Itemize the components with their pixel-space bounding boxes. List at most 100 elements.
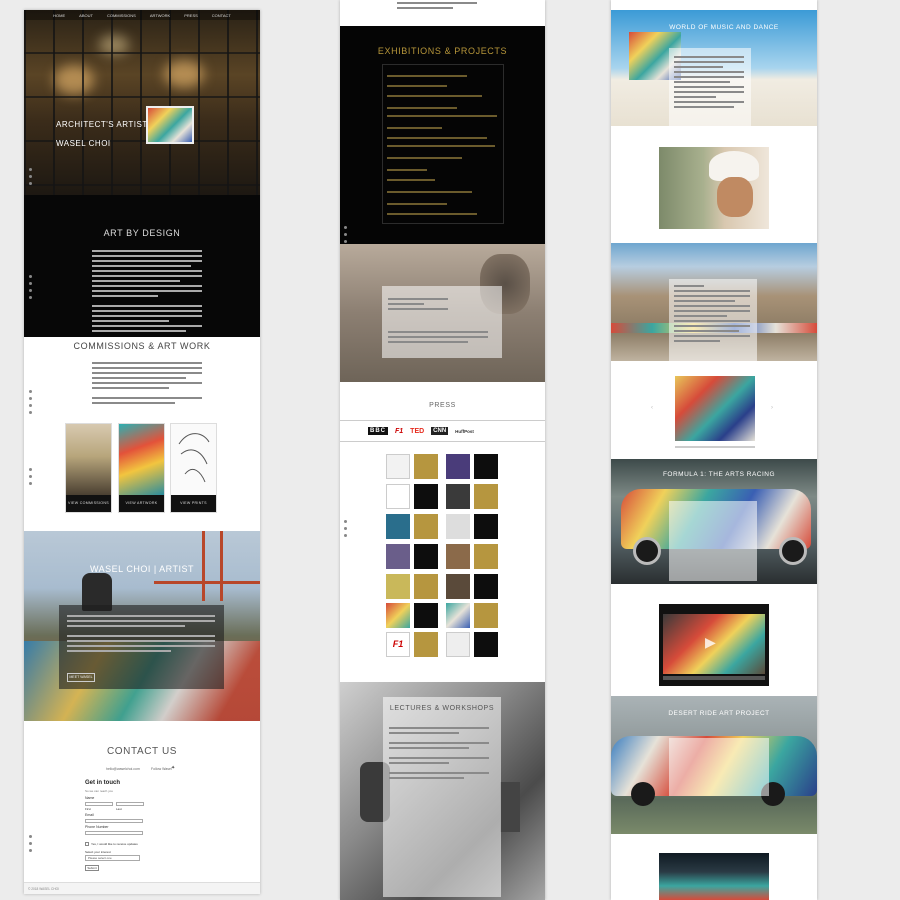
- first-name-input[interactable]: [85, 802, 113, 806]
- artwork-thumb[interactable]: [675, 376, 755, 441]
- press-thumb[interactable]: [414, 484, 438, 509]
- commission-dots[interactable]: [29, 390, 32, 414]
- press-thumb[interactable]: [474, 514, 498, 539]
- phone-field[interactable]: [85, 831, 143, 835]
- video-thumb[interactable]: [659, 147, 769, 229]
- exhibitions-list: [382, 64, 504, 224]
- hero-painting: [146, 106, 194, 144]
- studio-text-box: [382, 286, 502, 358]
- press-thumb[interactable]: [386, 454, 410, 479]
- desert-ride-text-box: [669, 738, 769, 796]
- art-by-design-text: [92, 250, 202, 332]
- press-thumb[interactable]: [386, 544, 410, 569]
- press-thumb[interactable]: [414, 603, 438, 628]
- press-thumb[interactable]: [414, 574, 438, 599]
- video-progress-bar[interactable]: [663, 676, 765, 680]
- press-thumb[interactable]: [446, 574, 470, 599]
- ted-logo[interactable]: TED: [410, 428, 424, 435]
- exhibitions-title: EXHIBITIONS & PROJECTS: [377, 46, 508, 56]
- chevron-left-icon[interactable]: ‹: [651, 405, 653, 411]
- projects-gallery-column: WORLD OF MUSIC AND DANCE ‹ › FORMULA 1: …: [611, 0, 817, 900]
- huffpost-logo[interactable]: HuffPost: [455, 429, 474, 434]
- first-label: First: [85, 807, 91, 811]
- chevron-right-icon[interactable]: ›: [771, 405, 773, 411]
- name-label: Name: [85, 796, 95, 800]
- press-thumb[interactable]: [386, 574, 410, 599]
- twitter-icon[interactable]: ✦: [171, 765, 175, 771]
- press-thumb[interactable]: [446, 603, 470, 628]
- press-thumb[interactable]: [474, 574, 498, 599]
- bbc-logo[interactable]: BBC: [368, 427, 388, 435]
- updates-label: Yes, I would like to receive updates: [91, 842, 138, 846]
- sketch-icon: [178, 433, 210, 483]
- email-label: Email: [85, 813, 94, 817]
- art-by-design-section: ART BY DESIGN: [24, 195, 260, 337]
- press-thumb[interactable]: [446, 514, 470, 539]
- view-commissions-button[interactable]: VIEW COMMISSIONS: [66, 495, 111, 512]
- press-thumb[interactable]: [474, 484, 498, 509]
- section-dots[interactable]: [29, 275, 32, 299]
- last-name-input[interactable]: [116, 802, 144, 806]
- artwork-card[interactable]: VIEW ARTWORK: [118, 423, 165, 513]
- press-thumb[interactable]: [474, 544, 498, 569]
- updates-checkbox[interactable]: [85, 842, 89, 846]
- video-player[interactable]: ▶: [659, 604, 769, 686]
- exhibition-dots[interactable]: [344, 226, 347, 243]
- press-thumb[interactable]: [414, 514, 438, 539]
- nav-item-about[interactable]: ABOUT: [79, 13, 93, 18]
- nav-item-press[interactable]: PRESS: [184, 13, 198, 18]
- card-dots[interactable]: [29, 468, 32, 485]
- contact-dots[interactable]: [29, 835, 32, 852]
- exhibitions-section: EXHIBITIONS & PROJECTS: [340, 26, 545, 244]
- press-thumb[interactable]: [414, 454, 438, 479]
- view-artwork-button[interactable]: VIEW ARTWORK: [119, 495, 164, 512]
- follow-link[interactable]: Follow Wasel: [151, 767, 172, 771]
- nav-item-contact[interactable]: CONTACT: [212, 13, 231, 18]
- gallery-thumb[interactable]: [659, 853, 769, 900]
- artist-section: WASEL CHOI | ARTIST MEET WASEL: [24, 531, 260, 721]
- press-thumb[interactable]: [386, 514, 410, 539]
- lectures-section: LECTURES & WORKSHOPS: [340, 682, 545, 900]
- email-link[interactable]: hello@waselchoi.com: [106, 767, 140, 771]
- press-thumb[interactable]: [474, 603, 498, 628]
- music-title: WORLD OF MUSIC AND DANCE: [669, 24, 779, 31]
- press-thumb[interactable]: [446, 484, 470, 509]
- press-thumb[interactable]: [446, 544, 470, 569]
- meet-wasel-button[interactable]: MEET WASEL: [67, 673, 95, 682]
- lectures-title: LECTURES & WORKSHOPS: [389, 705, 495, 712]
- desert-text-box: [669, 279, 757, 361]
- music-text-box: [669, 48, 751, 128]
- press-thumb[interactable]: [474, 632, 498, 657]
- nav-item-commissions[interactable]: COMMISSIONS: [107, 13, 136, 18]
- interest-select[interactable]: Please select one: [85, 855, 140, 861]
- press-title: PRESS: [429, 402, 456, 409]
- submit-button[interactable]: Submit: [85, 865, 99, 871]
- art-by-design-title: ART BY DESIGN: [103, 228, 181, 238]
- email-field[interactable]: [85, 819, 143, 823]
- f1-thumb[interactable]: F1: [386, 632, 410, 657]
- play-icon[interactable]: ▶: [705, 634, 716, 651]
- press-thumb[interactable]: [474, 454, 498, 479]
- f1-logo[interactable]: F1: [395, 428, 403, 435]
- prints-card[interactable]: VIEW PRINTS: [170, 423, 217, 513]
- projects-column: EXHIBITIONS & PROJECTS PRESS BBC F1 TED …: [340, 0, 545, 900]
- press-dots[interactable]: [344, 520, 347, 537]
- press-thumb[interactable]: [414, 544, 438, 569]
- hero-section: HOME ABOUT COMMISSIONS ARTWORK PRESS CON…: [24, 10, 260, 195]
- press-thumb[interactable]: [386, 484, 410, 509]
- commissions-card[interactable]: VIEW COMMISSIONS: [65, 423, 112, 513]
- hero-title: ARCHITECT'S ARTIST: [56, 120, 148, 129]
- last-label: Last: [116, 807, 122, 811]
- cnn-logo[interactable]: CNN: [431, 427, 449, 435]
- press-thumb[interactable]: [446, 632, 470, 657]
- nav-item-home[interactable]: HOME: [53, 13, 65, 18]
- view-prints-button[interactable]: VIEW PRINTS: [171, 495, 216, 512]
- press-thumb[interactable]: [414, 632, 438, 657]
- press-thumb[interactable]: [386, 603, 410, 628]
- nav-item-artwork[interactable]: ARTWORK: [150, 13, 170, 18]
- slide-dots[interactable]: [29, 168, 32, 185]
- press-thumb[interactable]: [446, 454, 470, 479]
- footer-text: © 2018 WASEL CHOI: [28, 887, 59, 891]
- footer: © 2018 WASEL CHOI: [24, 882, 260, 894]
- desert-ride-scene: DESERT RIDE ART PROJECT: [611, 696, 817, 834]
